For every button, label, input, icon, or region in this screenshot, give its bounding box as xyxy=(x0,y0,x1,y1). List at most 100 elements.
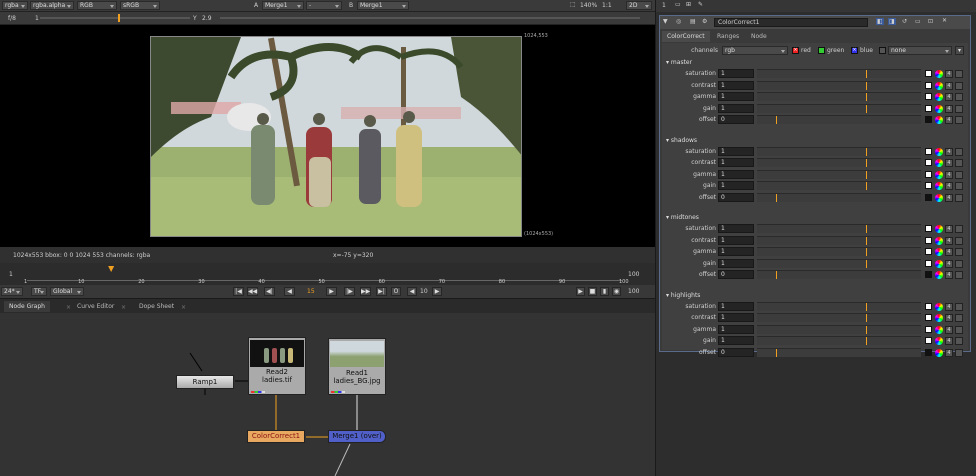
node-graph-canvas[interactable]: Ramp1 Read2 ladies.tif Read1 ladies_BG.j… xyxy=(0,313,655,476)
slider-knob[interactable] xyxy=(866,236,867,245)
gamma-slider[interactable] xyxy=(220,17,640,19)
gain-value-field[interactable]: 1 xyxy=(718,258,754,268)
channel-split-button[interactable]: 4 xyxy=(945,70,953,78)
slider-knob[interactable] xyxy=(866,147,867,156)
color-swatch[interactable] xyxy=(925,225,932,232)
channel-split-button[interactable]: 4 xyxy=(945,348,953,357)
gain-value-field[interactable]: 1 xyxy=(718,181,754,190)
view-mode-dropdown[interactable]: 2D xyxy=(626,1,652,10)
color-swatch[interactable] xyxy=(925,93,932,100)
color-wheel-icon[interactable] xyxy=(935,248,943,256)
animation-curve-icon[interactable] xyxy=(955,248,963,256)
skip-forward-button[interactable]: ▶ xyxy=(432,287,442,296)
color-wheel-icon[interactable] xyxy=(935,236,943,245)
saturation-value-field[interactable]: 1 xyxy=(718,69,754,78)
green-checkbox[interactable] xyxy=(818,47,825,54)
close-panel-icon[interactable]: ✕ xyxy=(942,17,947,24)
gamma-value[interactable]: 2.9 xyxy=(202,15,212,22)
offset-value-field[interactable]: 0 xyxy=(718,192,754,202)
animation-curve-icon[interactable] xyxy=(955,116,963,124)
tab-colorcorrect[interactable]: ColorCorrect xyxy=(662,31,710,42)
channel-split-button[interactable]: 4 xyxy=(945,81,953,90)
color-wheel-icon[interactable] xyxy=(935,225,943,233)
channel-set-dropdown[interactable]: rgba xyxy=(2,1,28,10)
alpha-channel-dropdown[interactable]: rgba.alpha xyxy=(30,1,74,10)
channel-split-button[interactable]: 4 xyxy=(945,170,953,179)
ratio-value[interactable]: 1:1 xyxy=(602,2,612,9)
channel-menu-button[interactable]: ▾ xyxy=(955,46,964,55)
tab-curve-editor[interactable]: Curve Editor xyxy=(72,301,119,312)
gain-slider[interactable] xyxy=(757,336,921,345)
slider-knob[interactable] xyxy=(776,193,777,202)
ramp-node[interactable]: Ramp1 xyxy=(176,375,234,389)
offset-value-field[interactable]: 0 xyxy=(718,115,754,124)
offset-value-field[interactable]: 0 xyxy=(718,347,754,357)
color-wheel-icon[interactable] xyxy=(935,170,943,179)
fps-dropdown[interactable]: 24* xyxy=(1,287,23,296)
channel-split-button[interactable]: 4 xyxy=(945,236,953,245)
animation-curve-icon[interactable] xyxy=(955,104,963,113)
channel-split-button[interactable]: 4 xyxy=(945,225,953,233)
color-swatch[interactable] xyxy=(925,159,932,166)
color-wheel-icon[interactable] xyxy=(935,325,943,334)
slider-knob[interactable] xyxy=(866,314,867,322)
color-swatch[interactable] xyxy=(925,116,932,123)
color-wheel-icon[interactable] xyxy=(935,314,943,322)
color-wheel-icon[interactable] xyxy=(935,116,943,124)
animation-curve-icon[interactable] xyxy=(955,348,963,357)
fstop-value[interactable]: f/8 xyxy=(8,15,16,22)
lut-dropdown[interactable]: sRGB xyxy=(120,1,160,10)
slider-knob[interactable] xyxy=(866,337,867,345)
maximize-icon[interactable]: ⊡ xyxy=(928,18,933,25)
loop-button[interactable]: O xyxy=(391,287,401,296)
color-swatch[interactable] xyxy=(925,104,932,112)
colorcorrect-node[interactable]: ColorCorrect1 xyxy=(247,430,305,443)
color-wheel-icon[interactable] xyxy=(935,348,943,357)
channel-split-button[interactable]: 4 xyxy=(945,93,953,101)
frame-field[interactable]: 1 xyxy=(35,15,39,22)
channel-split-button[interactable]: 4 xyxy=(945,337,953,345)
color-wheel-icon[interactable] xyxy=(935,93,943,101)
gamma-slider[interactable] xyxy=(757,324,921,334)
gamma-value-field[interactable]: 1 xyxy=(718,92,754,101)
close-tab-icon[interactable]: × xyxy=(66,304,71,311)
animation-curve-icon[interactable] xyxy=(955,159,963,167)
undo-icon[interactable]: ◧ xyxy=(876,18,884,25)
merge-node[interactable]: Merge1 (over) xyxy=(328,430,386,443)
animation-curve-icon[interactable] xyxy=(955,70,963,78)
section-shadows[interactable]: ▾ shadows xyxy=(666,137,697,144)
contrast-slider[interactable] xyxy=(757,80,921,90)
color-wheel-icon[interactable] xyxy=(935,104,943,113)
slider-knob[interactable] xyxy=(866,93,867,101)
red-checkbox[interactable]: × xyxy=(792,47,799,54)
slider-knob[interactable] xyxy=(866,225,867,233)
step-back-button[interactable]: ◀| xyxy=(264,287,275,296)
color-swatch[interactable] xyxy=(925,182,932,189)
animation-curve-icon[interactable] xyxy=(955,302,963,311)
roi-icon[interactable]: ⬚ xyxy=(570,1,576,8)
gamma-value-field[interactable]: 1 xyxy=(718,169,754,179)
animation-curve-icon[interactable] xyxy=(955,337,963,345)
input-a-dropdown[interactable]: Merge1 xyxy=(262,1,304,10)
tab-node-graph[interactable]: Node Graph xyxy=(4,301,50,312)
end-frame-field[interactable]: 100 xyxy=(628,288,639,295)
animation-curve-icon[interactable] xyxy=(955,325,963,334)
channel-split-button[interactable]: 4 xyxy=(945,147,953,156)
animation-curve-icon[interactable] xyxy=(955,81,963,90)
pause-button[interactable]: ▮ xyxy=(600,287,609,296)
timeline-end[interactable]: 100 xyxy=(628,271,639,278)
slider-knob[interactable] xyxy=(776,271,777,279)
saturation-slider[interactable] xyxy=(757,69,921,78)
color-wheel-icon[interactable] xyxy=(935,159,943,167)
animation-curve-icon[interactable] xyxy=(955,225,963,233)
color-wheel-icon[interactable] xyxy=(935,147,943,156)
gamma-value-field[interactable]: 1 xyxy=(718,324,754,334)
channels-dropdown[interactable]: rgb xyxy=(722,46,788,55)
contrast-slider[interactable] xyxy=(757,235,921,245)
gain-slider[interactable] xyxy=(757,103,921,113)
zoom-value[interactable]: 140% xyxy=(580,2,597,9)
close-tab-icon[interactable]: × xyxy=(181,304,186,311)
gain-slider[interactable] xyxy=(757,258,921,268)
channel-split-button[interactable]: 4 xyxy=(945,325,953,334)
mask-icon[interactable]: ⚙ xyxy=(702,18,707,25)
